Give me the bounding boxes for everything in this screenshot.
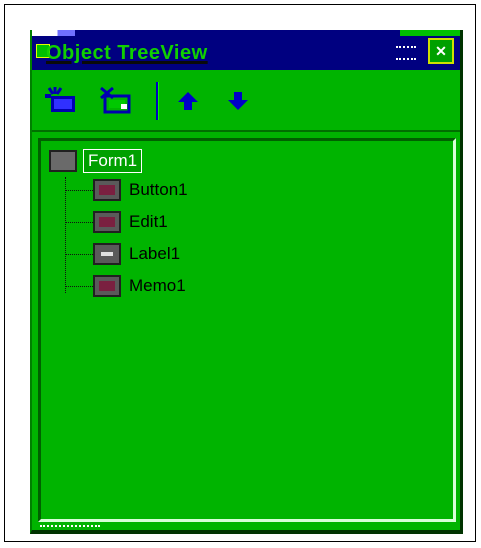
tree-node-label: Edit1 — [129, 212, 168, 231]
tree-node-label: Button1 — [129, 180, 188, 199]
edit-component-icon — [93, 211, 121, 233]
toolbar-separator — [156, 82, 159, 120]
tree-branch-line — [65, 189, 93, 191]
label-component-icon — [93, 243, 121, 265]
tree-node-label1[interactable]: Label1 — [65, 241, 180, 267]
tree-branch-line — [65, 285, 93, 287]
arrow-up-icon — [178, 92, 198, 110]
move-up-button[interactable] — [170, 84, 206, 118]
toolbar — [32, 70, 460, 132]
title-bar-edge — [32, 30, 460, 36]
tree-node-memo1[interactable]: Memo1 — [65, 273, 186, 299]
title-bar-grip — [396, 46, 416, 60]
move-down-button[interactable] — [220, 84, 256, 118]
object-treeview-window: Object TreeView ✕ Form1 Button1 Edit1 La… — [30, 30, 463, 534]
memo-component-icon — [93, 275, 121, 297]
add-component-button[interactable] — [44, 84, 80, 118]
tree-branch-line — [65, 253, 93, 255]
resize-grip[interactable] — [40, 525, 100, 530]
close-button[interactable]: ✕ — [428, 38, 454, 64]
tree-node-label: Label1 — [129, 244, 181, 263]
title-bar[interactable]: Object TreeView ✕ — [32, 30, 460, 70]
delete-component-icon — [100, 86, 131, 114]
tree-branch-line — [65, 221, 93, 223]
window-title: Object TreeView — [46, 42, 208, 64]
button-component-icon — [93, 179, 121, 201]
tree-node-label: Memo1 — [129, 276, 186, 295]
delete-component-button[interactable] — [98, 84, 134, 118]
add-component-icon — [45, 87, 75, 112]
window-bottom-edge — [32, 524, 460, 530]
tree-node-button1[interactable]: Button1 — [65, 177, 188, 203]
tree-node-edit1[interactable]: Edit1 — [65, 209, 168, 235]
form-icon — [49, 150, 77, 172]
tree-node-label: Form1 — [83, 149, 143, 173]
close-icon: ✕ — [435, 43, 447, 59]
component-tree[interactable]: Form1 Button1 Edit1 Label1 Memo1 — [38, 138, 456, 522]
tree-node-form1[interactable]: Form1 — [49, 147, 143, 175]
arrow-down-icon — [228, 92, 248, 110]
